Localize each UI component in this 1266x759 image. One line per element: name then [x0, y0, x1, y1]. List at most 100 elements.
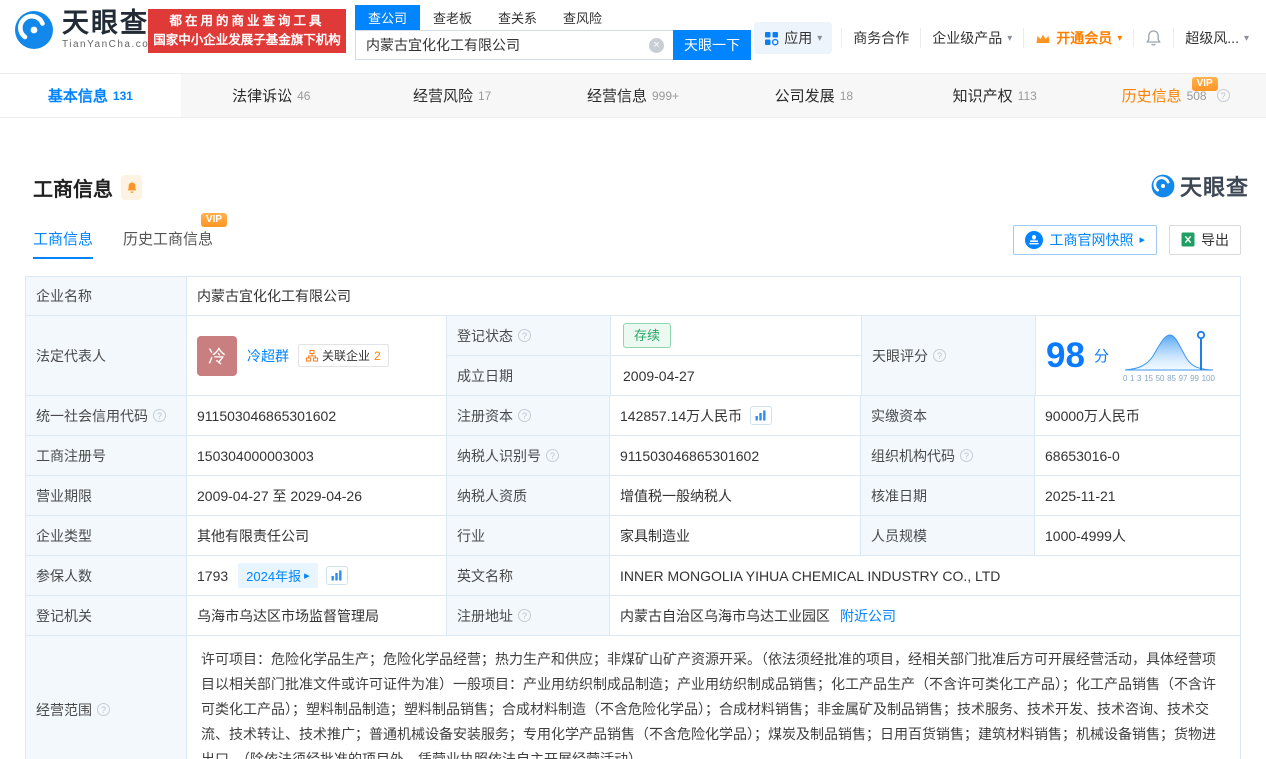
nav-apps[interactable]: 应用 [754, 22, 833, 54]
tab-count: 17 [477, 88, 492, 103]
field-label-reg-authority: 登记机关 [26, 596, 186, 635]
section-title: 工商信息 [33, 179, 113, 201]
vip-badge: VIP [200, 213, 228, 227]
subscribe-bell-button[interactable] [121, 175, 142, 200]
subtab-label: 历史工商信息 [123, 231, 214, 248]
official-snapshot-button[interactable]: 工商官网快照 [1013, 224, 1157, 255]
help-icon[interactable] [960, 449, 973, 462]
taxpayer-id-label: 纳税人识别号 [457, 447, 541, 464]
search-input[interactable] [355, 30, 673, 60]
tab-company-development[interactable]: 公司发展 18 [723, 74, 904, 117]
search-button[interactable]: 天眼一下 [673, 30, 751, 60]
nav-enterprise-products[interactable]: 企业级产品 [920, 28, 1023, 48]
stamp-icon [1025, 230, 1044, 249]
field-label-industry: 行业 [446, 516, 609, 555]
bell-icon [1146, 30, 1162, 46]
nearby-companies-link[interactable]: 附近公司 [840, 606, 896, 626]
annual-report-badge[interactable]: 2024年报 [238, 563, 318, 588]
related-companies-badge[interactable]: 关联企业 2 [298, 344, 389, 367]
nav-open-vip[interactable]: 开通会员 [1023, 28, 1133, 48]
insured-trend-button[interactable] [325, 566, 348, 585]
nav-super-risk[interactable]: 超级风... [1173, 28, 1260, 48]
field-value-insured-count: 1793 2024年报 [186, 556, 446, 595]
search-tab-relation[interactable]: 查关系 [485, 5, 550, 30]
top-navigation: 应用 商务合作 企业级产品 开通会员 超级风... [754, 22, 1260, 54]
clear-icon[interactable] [649, 38, 664, 53]
search-tab-risk[interactable]: 查风险 [550, 5, 615, 30]
tab-count: 999+ [652, 88, 680, 103]
export-button[interactable]: 导出 [1169, 224, 1241, 255]
help-icon[interactable] [97, 703, 110, 716]
top-header: 天眼查 TianYanCha.com 都在用的商业查询工具 国家中小企业发展子基… [0, 0, 1266, 60]
field-value-english-name: INNER MONGOLIA YIHUA CHEMICAL INDUSTRY C… [609, 556, 1240, 595]
insured-count-value: 1793 [197, 567, 229, 584]
help-icon[interactable] [153, 409, 166, 422]
field-value-reg-capital: 142857.14万人民币 [609, 396, 860, 435]
tyc-score-cell[interactable]: 98 分 01315 50 85 97 99 100 [1035, 316, 1240, 395]
help-icon[interactable] [546, 449, 559, 462]
status-badge: 存续 [623, 323, 672, 348]
tab-count: 18 [839, 88, 854, 103]
tab-operation-info[interactable]: 经营信息 999+ [543, 74, 724, 117]
help-icon[interactable] [518, 609, 531, 622]
chevron-down-icon [1007, 33, 1012, 44]
promo-banner: 都在用的商业查询工具 国家中小企业发展子基金旗下机构 [148, 9, 346, 53]
tab-label: 知识产权 [952, 88, 1013, 105]
chevron-down-icon [1117, 33, 1122, 44]
tab-intellectual-property[interactable]: 知识产权 113 [904, 74, 1085, 117]
bell-curve-icon [1124, 330, 1213, 370]
help-icon[interactable] [933, 349, 946, 362]
field-label-business-term: 营业期限 [26, 476, 186, 515]
field-value-paidin-capital: 90000万人民币 [1034, 396, 1240, 435]
brand-name: 天眼查 [62, 8, 149, 38]
chevron-down-icon [817, 33, 822, 44]
brand-domain: TianYanCha.com [62, 39, 160, 50]
tab-count: 46 [297, 88, 311, 103]
nav-business-cooperation[interactable]: 商务合作 [841, 28, 920, 48]
search-tab-boss[interactable]: 查老板 [420, 5, 485, 30]
tab-operation-risk[interactable]: 经营风险 17 [362, 74, 543, 117]
search-tab-company[interactable]: 查公司 [355, 5, 421, 30]
legal-rep-cell: 冷 冷超群 关联企业 2 [186, 316, 446, 395]
field-value-reg-status: 存续 [610, 316, 861, 355]
field-label-paidin-capital: 实缴资本 [860, 396, 1034, 435]
field-value-approval-date: 2025-11-21 [1034, 476, 1240, 515]
reg-capital-label: 注册资本 [457, 407, 513, 424]
field-label-legal-rep: 法定代表人 [26, 316, 186, 395]
field-label-credit-code: 统一社会信用代码 [26, 396, 186, 435]
field-label-org-code: 组织机构代码 [860, 436, 1034, 475]
nav-notifications[interactable] [1133, 29, 1173, 47]
tianyancha-watermark: 天眼查 [1151, 170, 1249, 202]
annual-report-label: 2024年报 [246, 569, 302, 584]
help-icon[interactable] [518, 409, 531, 422]
subtab-history-business-info[interactable]: VIP 历史工商信息 [123, 213, 228, 259]
reg-address-label: 注册地址 [457, 607, 513, 624]
field-value-reg-number: 150304000003003 [186, 436, 446, 475]
legal-rep-name-link[interactable]: 冷超群 [247, 346, 289, 366]
tab-history-info[interactable]: VIP 历史信息 508 [1085, 74, 1266, 117]
field-value-industry: 家具制造业 [609, 516, 860, 555]
search-tabs: 查公司 查老板 查关系 查风险 [355, 5, 751, 30]
main-content: 工商信息 天眼查 工商信息 VIP 历史工商信息 工商官网快照 ▸ 导出 企业名… [0, 118, 1266, 759]
field-value-taxpayer-id: 911503046865301602 [609, 436, 860, 475]
field-label-approval-date: 核准日期 [860, 476, 1034, 515]
promo-line1: 都在用的商业查询工具 [169, 14, 325, 28]
bar-chart-icon [755, 410, 766, 421]
org-chart-icon [306, 349, 318, 361]
tianyancha-logo[interactable]: 天眼查 TianYanCha.com [14, 10, 159, 50]
nav-super-risk-label: 超级风... [1185, 30, 1239, 46]
tab-basic-info[interactable]: 基本信息 131 [0, 74, 181, 117]
field-label-company-type: 企业类型 [26, 516, 186, 555]
capital-trend-button[interactable] [750, 406, 773, 425]
subtab-business-info[interactable]: 工商信息 [33, 228, 94, 259]
legal-rep-avatar[interactable]: 冷 [197, 335, 237, 376]
nav-enterprise-label: 企业级产品 [932, 30, 1003, 46]
help-icon[interactable] [518, 329, 531, 342]
related-label: 关联企业 [322, 349, 371, 363]
nav-apps-label: 应用 [784, 30, 813, 46]
score-value: 98 [1046, 336, 1085, 375]
help-icon[interactable] [1216, 89, 1230, 102]
tab-legal-litigation[interactable]: 法律诉讼 46 [181, 74, 362, 117]
nav-vip-label: 开通会员 [1056, 30, 1113, 46]
field-label-taxpayer-quals: 纳税人资质 [446, 476, 609, 515]
